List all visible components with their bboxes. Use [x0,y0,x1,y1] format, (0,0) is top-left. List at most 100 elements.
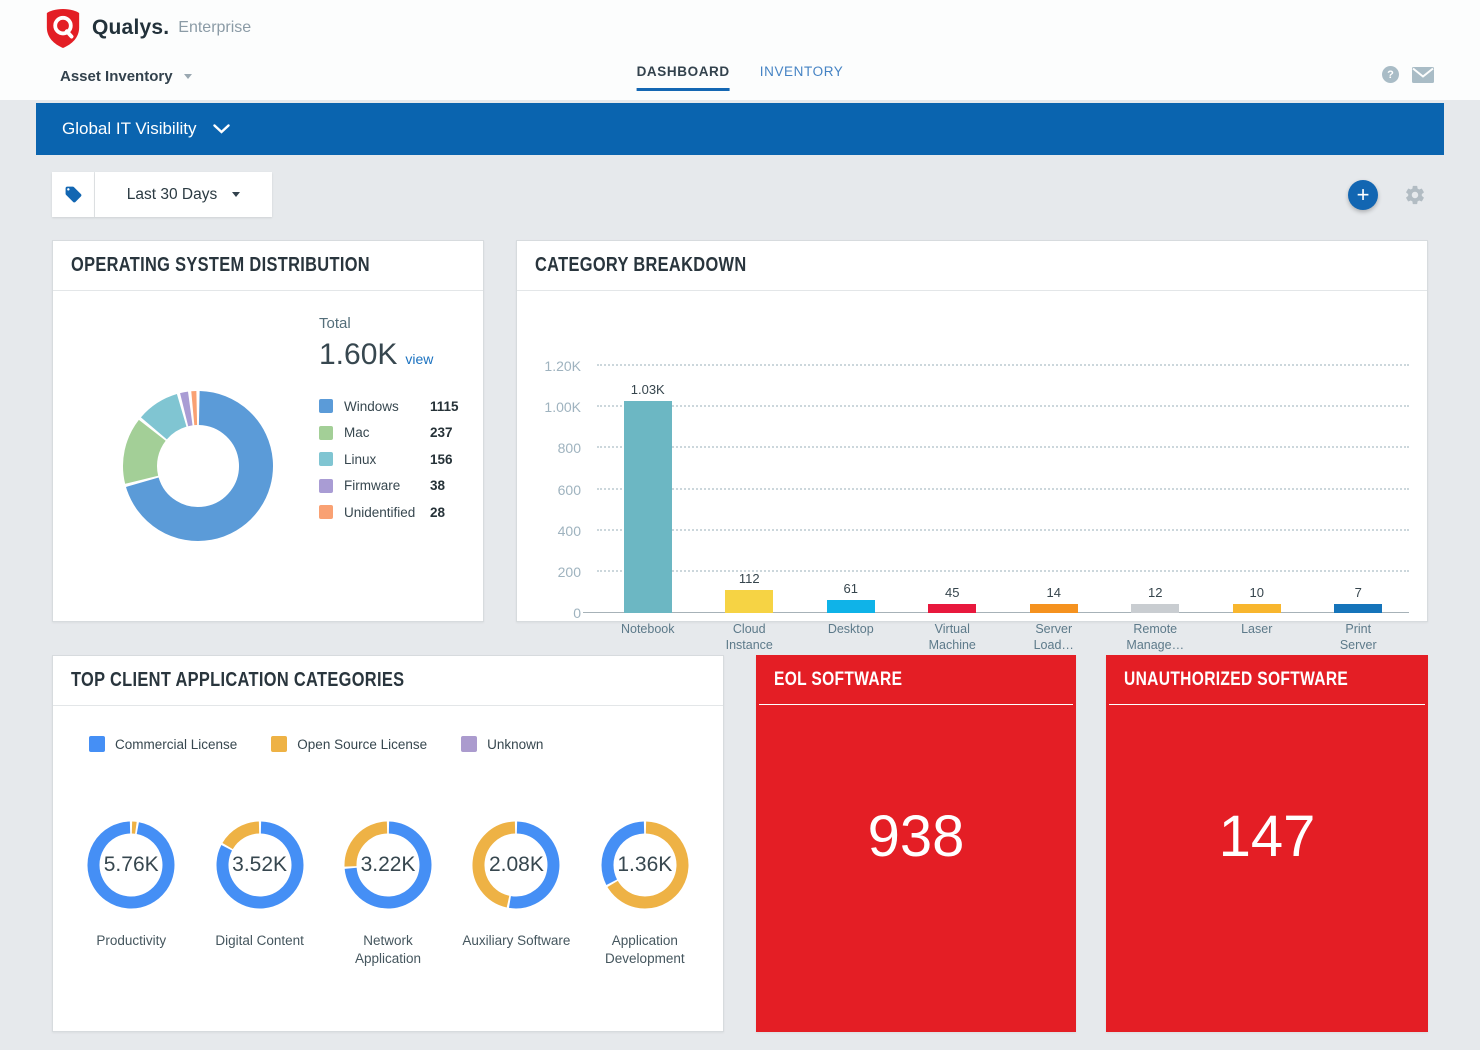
os-legend: Windows1115Mac237Linux156Firmware38Unide… [319,393,459,526]
caret-down-icon [232,192,240,197]
bar-chart: 02004006008001.00K1.20K 1.03KNotebook112… [517,291,1427,621]
legend-swatch [319,426,333,440]
donut-segment[interactable] [140,430,152,479]
unauthorized-software-card: UNAUTHORIZED SOFTWARE 147 [1106,655,1428,1032]
bar-value-label: 12 [1148,585,1162,600]
card-header: UNAUTHORIZED SOFTWARE [1109,655,1425,705]
dashboard-title: Global IT Visibility [62,119,196,139]
bar-category-label: Laser [1202,621,1312,637]
bar-category-label: Virtual Machine [897,621,1007,654]
legend-label: Commercial License [115,737,237,752]
date-range-value: Last 30 Days [127,186,217,204]
app-ring: 2.08KAuxiliary Software [452,821,580,968]
card-header: OPERATING SYSTEM DISTRIBUTION [53,241,483,291]
os-distribution-card: OPERATING SYSTEM DISTRIBUTION Total 1.60… [52,240,484,622]
view-link[interactable]: view [405,351,433,367]
y-tick-label: 800 [558,440,581,456]
bar-value-label: 10 [1250,585,1264,600]
eol-count: 938 [756,803,1076,870]
card-header: CATEGORY BREAKDOWN [517,241,1427,291]
bar[interactable] [725,590,773,613]
date-range-select[interactable]: Last 30 Days [95,172,272,217]
donut-segment[interactable] [184,409,190,410]
module-selector[interactable]: Asset Inventory [60,68,192,85]
total-value: 1.60K [319,338,397,372]
card-title: OPERATING SYSTEM DISTRIBUTION [71,254,370,277]
legend-item: Mac237 [319,420,459,447]
legend-label: Open Source License [297,737,427,752]
bar-category-label: Desktop [796,621,906,637]
os-total: Total 1.60K view [319,315,433,372]
bar[interactable] [1233,604,1281,613]
tab-dashboard-label: DASHBOARD [637,64,730,79]
bar-slot: 10Laser [1206,366,1308,613]
legend-item: Unknown [461,736,543,752]
y-tick-label: 1.20K [544,358,581,374]
bar-row: 1.03KNotebook112Cloud Instance61Desktop4… [597,366,1409,613]
legend-item: Firmware38 [319,473,459,500]
bar-slot: 14Server Load… [1003,366,1105,613]
y-tick-label: 200 [558,564,581,580]
bar-category-label: Cloud Instance [694,621,804,654]
legend-swatch [461,736,477,752]
legend-value: 38 [430,478,445,493]
ring-donut-chart: 5.76K [87,821,175,909]
plus-icon: + [1357,184,1370,206]
bar[interactable] [928,604,976,613]
card-title: EOL SOFTWARE [774,669,902,691]
ring-donut-chart: 3.22K [344,821,432,909]
ring-donut-chart: 3.52K [216,821,304,909]
legend-item: Open Source License [271,736,427,752]
legend-value: 237 [430,425,453,440]
app-legend: Commercial License Open Source License Unk… [89,736,543,752]
y-tick-label: 0 [573,605,581,621]
legend-label: Firmware [344,478,430,493]
qualys-logo-icon [44,8,82,48]
settings-gear-icon[interactable] [1404,184,1426,206]
bar-value-label: 61 [844,581,858,596]
dashboard-selector-banner[interactable]: Global IT Visibility [36,103,1444,155]
bar-slot: 45Virtual Machine [902,366,1004,613]
tab-inventory[interactable]: INVENTORY [760,64,844,91]
bar-category-label: Notebook [593,621,703,637]
y-tick-label: 400 [558,523,581,539]
card-header: EOL SOFTWARE [759,655,1073,705]
legend-item: Linux156 [319,446,459,473]
brand-name: Qualys. [92,16,169,40]
total-label: Total [319,315,433,332]
mail-icon[interactable] [1412,67,1434,83]
ring-label: Application Development [605,932,685,968]
brand: Qualys. Enterprise [44,8,251,48]
help-icon[interactable]: ? [1382,66,1399,83]
eol-software-card: EOL SOFTWARE 938 [756,655,1076,1032]
bar[interactable] [1334,604,1382,613]
qualys-dashboard-page: Qualys. Enterprise Asset Inventory DASHB… [0,0,1480,1050]
top-client-apps-card: TOP CLIENT APPLICATION CATEGORIES Commer… [52,655,724,1032]
ring-label: Network Application [355,932,421,968]
legend-swatch [319,399,333,413]
ring-label: Auxiliary Software [462,932,570,950]
legend-value: 1115 [430,399,459,414]
bar[interactable] [624,401,672,613]
ring-value: 1.36K [601,821,689,909]
donut-segment[interactable] [154,410,182,428]
os-donut-chart [120,388,276,544]
bar[interactable] [1030,604,1078,613]
y-axis: 02004006008001.00K1.20K [517,366,581,613]
legend-label: Windows [344,399,430,414]
bar-slot: 12Remote Manage… [1105,366,1207,613]
ring-donut-chart: 1.36K [601,821,689,909]
bar[interactable] [1131,604,1179,613]
module-label: Asset Inventory [60,68,173,85]
add-widget-button[interactable]: + [1348,180,1378,210]
y-tick-label: 1.00K [544,399,581,415]
bar-category-label: Server Load… [999,621,1109,654]
app-rings: 5.76KProductivity3.52KDigital Content3.2… [67,821,709,968]
ring-value: 3.22K [344,821,432,909]
legend-swatch [319,452,333,466]
bar[interactable] [827,600,875,613]
legend-label: Mac [344,425,430,440]
tab-dashboard[interactable]: DASHBOARD [637,64,730,91]
legend-swatch [319,479,333,493]
tag-filter-button[interactable] [52,172,95,217]
